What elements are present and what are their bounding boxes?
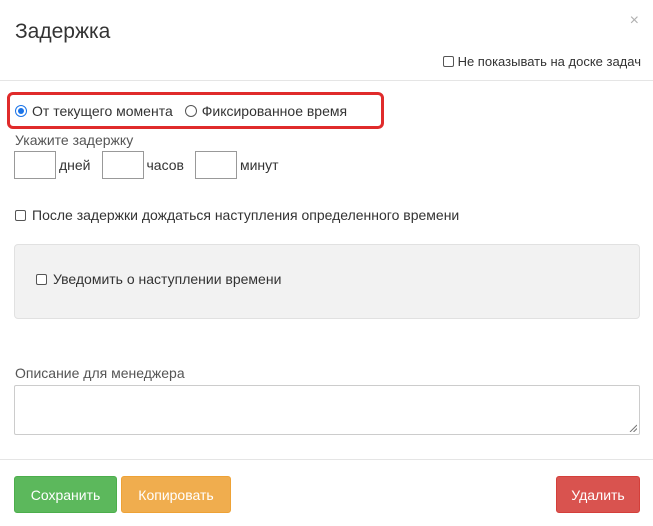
- save-button[interactable]: Сохранить: [14, 476, 117, 513]
- resize-handle-icon[interactable]: [629, 424, 637, 432]
- checkbox-icon[interactable]: [36, 273, 47, 285]
- checkbox-icon[interactable]: [15, 209, 26, 221]
- header-divider: [0, 80, 653, 81]
- radio-from-now-label[interactable]: От текущего момента: [32, 103, 173, 119]
- delete-button[interactable]: Удалить: [556, 476, 640, 513]
- delay-inputs: дней часов минут: [14, 151, 279, 179]
- hours-unit: часов: [146, 157, 184, 173]
- days-input[interactable]: [14, 151, 56, 179]
- notify-label: Уведомить о наступлении времени: [53, 271, 282, 287]
- minutes-unit: минут: [239, 157, 279, 173]
- radio-fixed-time-label[interactable]: Фиксированное время: [202, 103, 347, 119]
- dialog-title: Задержка: [15, 20, 111, 43]
- radio-from-now[interactable]: [15, 105, 27, 117]
- minutes-input[interactable]: [194, 151, 237, 179]
- copy-button[interactable]: Копировать: [121, 476, 231, 513]
- checkbox-icon[interactable]: [442, 56, 454, 67]
- notify-checkbox[interactable]: Уведомить о наступлении времени: [36, 271, 281, 287]
- wait-for-time-checkbox[interactable]: После задержки дождаться наступления опр…: [15, 207, 459, 223]
- hide-on-board-label: Не показывать на доске задач: [457, 54, 641, 69]
- wait-for-time-label: После задержки дождаться наступления опр…: [32, 207, 460, 223]
- radio-fixed-time[interactable]: [184, 105, 197, 117]
- description-label: Описание для менеджера: [15, 365, 185, 381]
- delay-label: Укажите задержку: [15, 132, 134, 148]
- footer-divider: [0, 459, 653, 460]
- close-icon[interactable]: ×: [630, 12, 639, 30]
- mode-radio-group: От текущего момента Фиксированное время: [15, 103, 347, 119]
- hours-input[interactable]: [101, 151, 144, 179]
- description-textarea[interactable]: [14, 385, 640, 435]
- hide-on-board-checkbox[interactable]: Не показывать на доске задач: [442, 54, 641, 69]
- days-unit: дней: [59, 157, 91, 173]
